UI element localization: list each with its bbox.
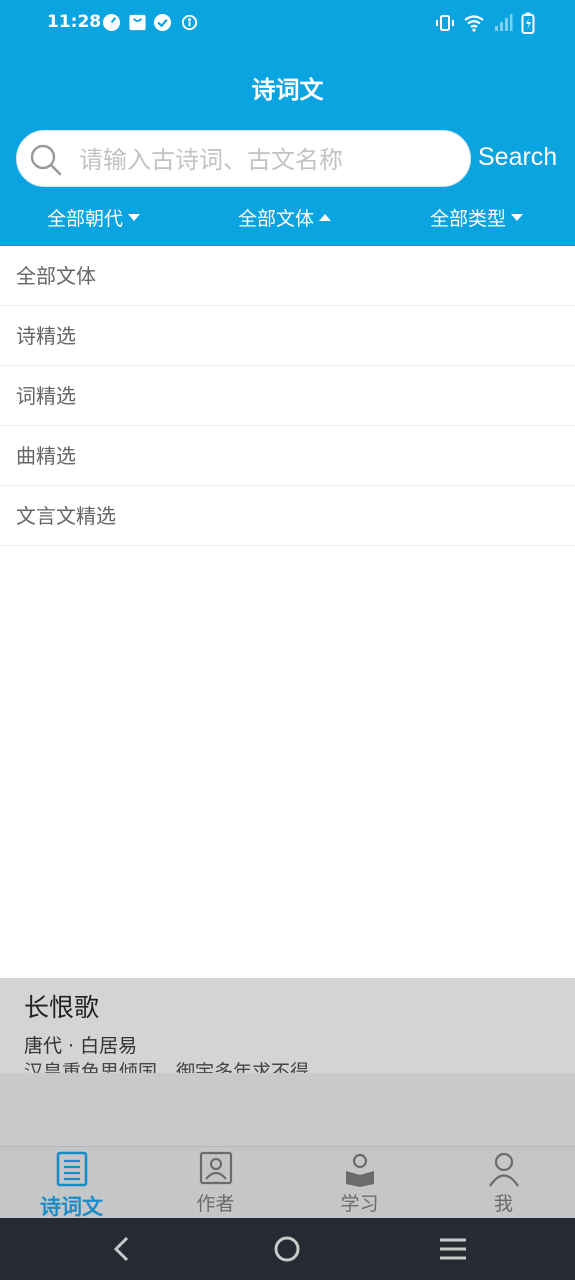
filter-dynasty[interactable]: 全部朝代 — [47, 204, 141, 231]
caret-up-icon — [319, 214, 332, 221]
dropdown-item-shi[interactable]: 诗精选 — [0, 306, 575, 366]
speedometer-icon — [102, 13, 121, 32]
tab-me[interactable]: 我 — [432, 1147, 575, 1219]
caret-down-icon — [128, 214, 141, 221]
wifi-icon — [464, 15, 484, 32]
filter-dynasty-label: 全部朝代 — [47, 208, 124, 230]
shopping-bag-icon — [129, 14, 146, 31]
filter-type[interactable]: 全部类型 — [430, 204, 524, 231]
caret-down-icon — [511, 214, 524, 221]
signal-icon — [495, 14, 513, 31]
dim-overlay-lower[interactable] — [0, 1073, 575, 1147]
dropdown-item-qu[interactable]: 曲精选 — [0, 426, 575, 486]
tab-me-label: 我 — [493, 1193, 513, 1215]
accessibility-icon — [181, 14, 198, 31]
document-icon — [56, 1151, 87, 1187]
system-nav-bar — [0, 1218, 575, 1280]
search-icon — [30, 144, 62, 176]
tab-study-label: 学习 — [340, 1193, 379, 1215]
dropdown-item-wenyanwen[interactable]: 文言文精选 — [0, 486, 575, 546]
check-circle-icon — [153, 13, 172, 32]
author-icon — [199, 1151, 232, 1185]
app-header: 11:28 诗词文 请输入古诗词、古文名称 Search 全部朝代 全部文体 全… — [0, 0, 575, 246]
study-icon — [345, 1153, 374, 1187]
home-icon[interactable] — [271, 1233, 303, 1265]
dropdown-item-ci[interactable]: 词精选 — [0, 366, 575, 426]
tab-authors[interactable]: 作者 — [144, 1147, 287, 1219]
genre-dropdown: 全部文体 诗精选 词精选 曲精选 文言文精选 — [0, 246, 575, 546]
tab-poems[interactable]: 诗词文 — [0, 1147, 143, 1219]
search-box[interactable] — [16, 130, 471, 187]
status-icons — [435, 12, 535, 34]
tab-authors-label: 作者 — [196, 1193, 235, 1215]
status-time: 11:28 — [47, 12, 102, 32]
filter-genre[interactable]: 全部文体 — [238, 204, 332, 231]
dropdown-item-all-genres[interactable]: 全部文体 — [0, 246, 575, 306]
vibrate-icon — [436, 15, 454, 31]
profile-icon — [488, 1152, 519, 1187]
poem-author: 唐代 · 白居易 — [24, 1035, 138, 1057]
poem-first-line: 汉皇重色思倾国，御宇多年求不得。 — [24, 1061, 329, 1073]
bottom-tab-bar: 诗词文 作者 学习 我 — [0, 1146, 575, 1219]
filter-genre-label: 全部文体 — [238, 208, 315, 230]
status-bar: 11:28 — [0, 0, 575, 48]
back-icon[interactable] — [106, 1233, 138, 1265]
page-title: 诗词文 — [251, 76, 324, 104]
tab-poems-label: 诗词文 — [40, 1195, 103, 1219]
poem-title: 长恨歌 — [24, 993, 100, 1022]
filter-type-label: 全部类型 — [430, 208, 507, 230]
recents-icon[interactable] — [437, 1233, 469, 1265]
tab-study[interactable]: 学习 — [288, 1147, 431, 1219]
filter-bar: 全部朝代 全部文体 全部类型 — [0, 200, 575, 236]
search-button[interactable]: Search — [478, 143, 557, 172]
battery-charging-icon — [521, 12, 535, 34]
search-input[interactable] — [79, 141, 459, 178]
